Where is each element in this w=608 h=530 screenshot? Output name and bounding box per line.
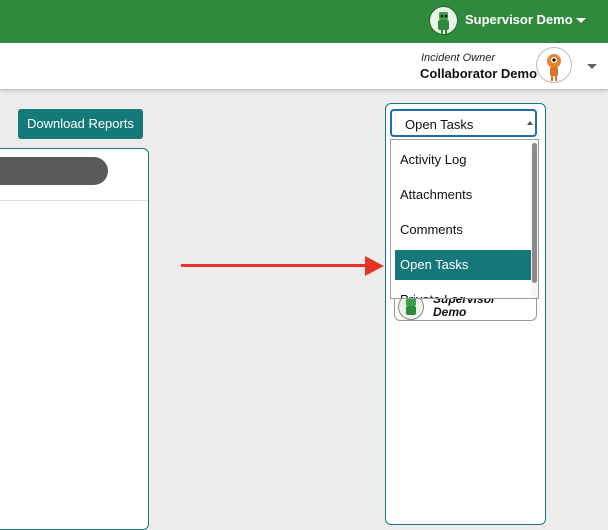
option-open-tasks[interactable]: Open Tasks <box>395 250 531 280</box>
activity-type-select[interactable]: Open Tasks <box>390 109 537 137</box>
left-panel <box>0 148 149 530</box>
owner-avatar[interactable] <box>536 47 572 83</box>
owner-menu-caret-icon[interactable] <box>587 64 597 69</box>
select-value: Open Tasks <box>405 117 474 132</box>
avatar-character-icon <box>438 12 449 34</box>
option-activity-log[interactable]: Activity Log <box>395 145 531 175</box>
download-reports-button[interactable]: Download Reports <box>18 109 143 139</box>
incident-owner-label: Incident Owner <box>421 52 495 64</box>
divider <box>0 200 148 201</box>
annotation-arrow-icon <box>365 256 384 276</box>
annotation-arrow-line <box>181 264 367 267</box>
options-scrollbar-thumb[interactable] <box>532 143 537 283</box>
user-menu-caret-icon[interactable] <box>576 18 586 23</box>
option-attachments[interactable]: Attachments <box>395 180 531 210</box>
avatar-character-icon <box>547 54 561 81</box>
panel-header-pill <box>0 157 108 185</box>
user-menu-name[interactable]: Supervisor Demo <box>465 12 573 27</box>
select-options-list: Activity Log Attachments Comments Open T… <box>390 139 539 299</box>
incident-owner-name: Collaborator Demo <box>420 66 538 81</box>
option-comments[interactable]: Comments <box>395 215 531 245</box>
supervisor-avatar[interactable] <box>429 6 458 35</box>
option-private-log[interactable]: Private Log <box>395 285 531 298</box>
select-arrow-icon <box>527 121 533 125</box>
